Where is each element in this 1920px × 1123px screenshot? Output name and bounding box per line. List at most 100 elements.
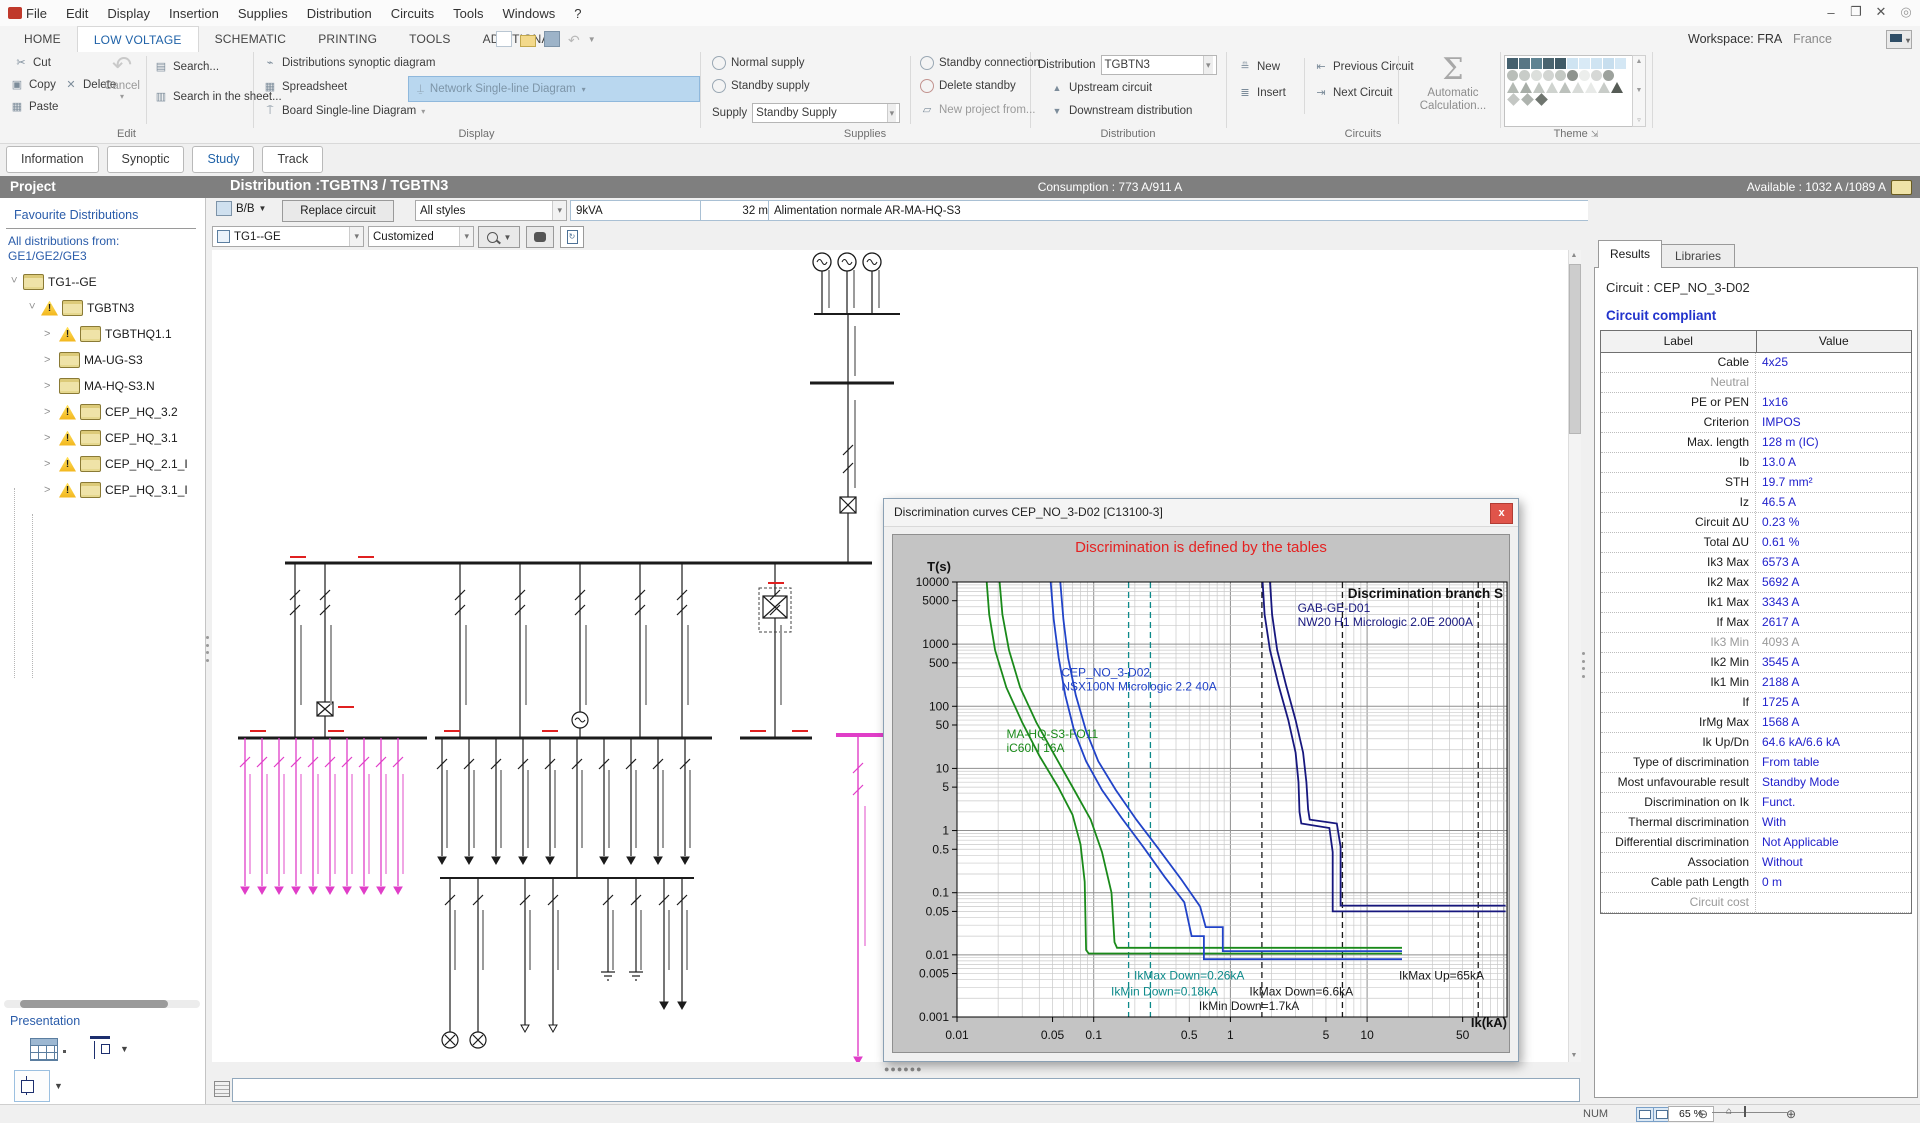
table-row[interactable]: If1725 A [1601, 693, 1911, 713]
theme-circle-swatch[interactable] [1591, 70, 1602, 81]
theme-circle-swatch[interactable] [1531, 70, 1542, 81]
theme-square-swatch[interactable] [1615, 58, 1626, 69]
table-row[interactable]: CriterionIMPOS [1601, 413, 1911, 433]
table-row[interactable]: STH19.7 mm² [1601, 473, 1911, 493]
menu-edit[interactable]: Edit [66, 6, 88, 21]
theme-circle-swatch[interactable] [1555, 70, 1566, 81]
ribbon-tab-home[interactable]: HOME [8, 26, 77, 52]
view-tab-study[interactable]: Study [192, 146, 254, 173]
dialog-close-button[interactable]: x [1490, 503, 1513, 524]
theme-square-swatch[interactable] [1603, 58, 1614, 69]
table-row[interactable]: Thermal discriminationWith [1601, 813, 1911, 833]
new-circuit-button[interactable]: ≞New [1238, 60, 1280, 74]
menu-tools[interactable]: Tools [453, 6, 483, 21]
view-tab-information[interactable]: Information [6, 146, 99, 173]
board-folder-icon[interactable] [1891, 180, 1912, 195]
minimize-button[interactable]: – [1823, 5, 1839, 20]
network-single-line-button[interactable]: ⍊ Network Single-line Diagram▾ [408, 76, 700, 102]
theme-triangle-swatch[interactable] [1546, 82, 1558, 93]
table-row[interactable]: Neutral [1601, 373, 1911, 393]
search-button[interactable]: ▤Search... [154, 60, 219, 74]
theme-scrollbar[interactable]: ▲▼▿ [1632, 55, 1646, 127]
menu-display[interactable]: Display [107, 6, 150, 21]
cancel-button[interactable]: ↶ Cancel ▾ [100, 52, 144, 101]
table-row[interactable]: Cable4x25 [1601, 353, 1911, 373]
menu-insertion[interactable]: Insertion [169, 6, 219, 21]
normal-supply-button[interactable]: Normal supply [712, 56, 805, 70]
single-line-view-button[interactable] [14, 1070, 50, 1102]
theme-triangle-swatch[interactable] [1533, 82, 1545, 93]
ribbon-tab-low-voltage[interactable]: LOW VOLTAGE [77, 26, 199, 52]
theme-diamond-swatch[interactable] [1507, 93, 1520, 106]
table-row[interactable]: AssociationWithout [1601, 853, 1911, 873]
tree-item-cep_hq_3.1_i[interactable]: >!CEP_HQ_3.1_I [0, 478, 205, 502]
page-layout-icon[interactable] [1636, 1107, 1654, 1122]
tree-item-tg1--ge[interactable]: >TG1--GE [0, 270, 205, 294]
workspace-monitor-icon[interactable]: ▾ [1886, 30, 1912, 49]
chevron-right-icon[interactable]: > [44, 406, 55, 418]
tree-item-ma-ug-s3[interactable]: >MA-UG-S3 [0, 348, 205, 372]
canvas-scroll-thumb[interactable] [1569, 264, 1581, 434]
new-project-from-button[interactable]: ▱New project from... [920, 103, 1036, 117]
ribbon-tab-printing[interactable]: PRINTING [302, 26, 393, 52]
board-diagram-dropdown-icon[interactable]: ▼ [120, 1044, 129, 1054]
cut-button[interactable]: ✂Cut [14, 56, 51, 70]
table-row[interactable]: IrMg Max1568 A [1601, 713, 1911, 733]
refresh-sheet-button[interactable]: ↻ [560, 226, 584, 248]
theme-circle-swatch[interactable] [1567, 70, 1578, 81]
table-row[interactable]: Differential discriminationNot Applicabl… [1601, 833, 1911, 853]
menu-circuits[interactable]: Circuits [391, 6, 434, 21]
zoom-slider-handle[interactable] [1744, 1106, 1746, 1117]
upstream-circuit-button[interactable]: ▲Upstream circuit [1050, 81, 1152, 95]
spreadsheet-view-icon[interactable] [30, 1038, 58, 1061]
theme-triangle-swatch[interactable] [1598, 82, 1610, 93]
menu-distribution[interactable]: Distribution [307, 6, 372, 21]
tree-item-tgbtn3[interactable]: >!TGBTN3 [0, 296, 205, 320]
delete-standby-button[interactable]: Delete standby [920, 79, 1016, 93]
board-diagram-icon[interactable] [90, 1036, 110, 1063]
table-row[interactable]: Ik3 Max6573 A [1601, 553, 1911, 573]
undo-icon[interactable]: ↶ [568, 32, 580, 46]
scroll-down-icon[interactable]: ▼ [1568, 1050, 1580, 1062]
table-row[interactable]: Ib13.0 A [1601, 453, 1911, 473]
table-row[interactable]: Total ΔU0.61 % [1601, 533, 1911, 553]
table-row[interactable]: If Max2617 A [1601, 613, 1911, 633]
all-distributions-link[interactable]: All distributions from:GE1/GE2/GE3 [8, 234, 119, 264]
theme-triangle-swatch[interactable] [1611, 82, 1623, 93]
table-row[interactable]: Max. length128 m (IC) [1601, 433, 1911, 453]
chevron-down-icon[interactable]: > [26, 303, 38, 314]
power-input[interactable]: 9kVA [570, 200, 708, 221]
table-row[interactable]: PE or PEN1x16 [1601, 393, 1911, 413]
table-row[interactable]: Discrimination on IkFunct. [1601, 793, 1911, 813]
menu-supplies[interactable]: Supplies [238, 6, 288, 21]
chevron-right-icon[interactable]: > [44, 432, 55, 444]
table-row[interactable]: Circuit cost [1601, 893, 1911, 913]
menu-help[interactable]: ? [574, 6, 581, 21]
table-row[interactable]: Ik Up/Dn64.6 kA/6.6 kA [1601, 733, 1911, 753]
theme-circle-swatch[interactable] [1579, 70, 1590, 81]
table-row[interactable]: Ik3 Min4093 A [1601, 633, 1911, 653]
theme-diamond-swatch[interactable] [1521, 93, 1534, 106]
standby-supply-button[interactable]: Standby supply [712, 79, 810, 93]
theme-square-swatch[interactable] [1531, 58, 1542, 69]
ribbon-tab-tools[interactable]: TOOLS [393, 26, 466, 52]
zoom-out-icon[interactable]: ⊖ [1698, 1107, 1708, 1121]
paste-button[interactable]: ▦Paste [10, 100, 58, 114]
theme-square-swatch[interactable] [1567, 58, 1578, 69]
length-input[interactable]: 32 m [700, 200, 774, 221]
styles-select[interactable]: All styles▾ [415, 200, 567, 221]
tab-libraries[interactable]: Libraries [1661, 244, 1735, 268]
view-mode-select[interactable]: Customized▾ [368, 226, 474, 247]
menu-windows[interactable]: Windows [502, 6, 555, 21]
chevron-right-icon[interactable]: > [44, 458, 55, 470]
chevron-right-icon[interactable]: > [44, 484, 55, 496]
sheet-designation-input[interactable] [232, 1078, 1580, 1102]
left-splitter-handle[interactable] [206, 636, 209, 662]
theme-triangle-swatch[interactable] [1572, 82, 1584, 93]
scroll-up-icon[interactable]: ▲ [1568, 250, 1580, 262]
theme-square-swatch[interactable] [1591, 58, 1602, 69]
zoom-in-icon[interactable]: ⊕ [1786, 1107, 1796, 1121]
tree-item-cep_hq_3.1[interactable]: >!CEP_HQ_3.1 [0, 426, 205, 450]
replace-circuit-button[interactable]: Replace circuit [282, 200, 394, 222]
theme-square-swatch[interactable] [1543, 58, 1554, 69]
